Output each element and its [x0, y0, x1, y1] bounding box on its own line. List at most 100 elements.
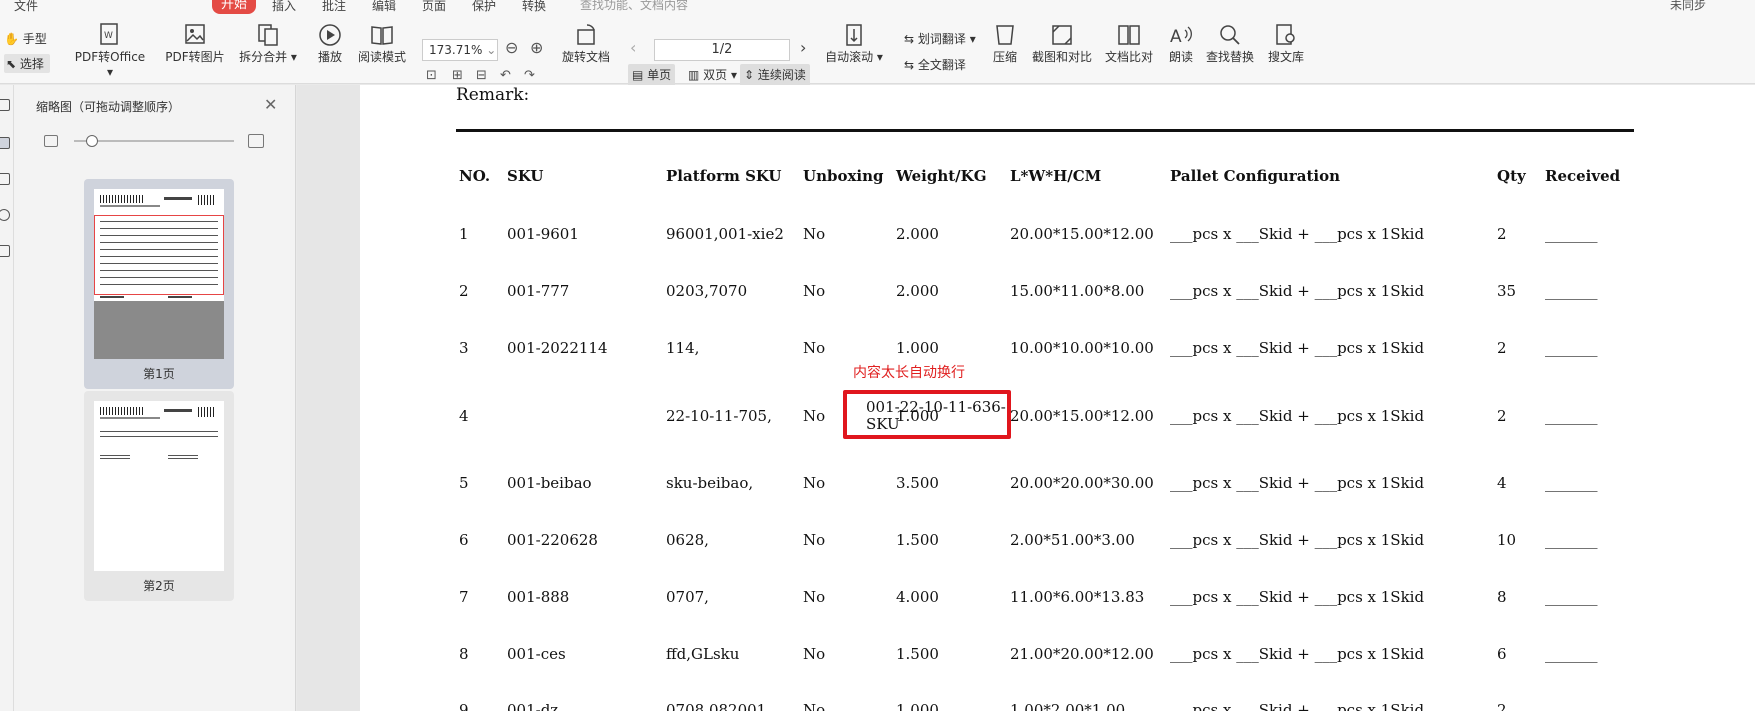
table-cell: 1.000 [896, 701, 939, 711]
table-cell: 10.00*10.00*10.00 [1010, 339, 1154, 357]
col-header-received: Received [1545, 167, 1621, 185]
pdf-to-office-button[interactable]: W PDF转Office ▾ [70, 22, 150, 79]
close-icon[interactable]: ✕ [264, 95, 277, 114]
rotate-left-icon[interactable]: ↶ [500, 68, 511, 83]
double-page-button[interactable]: ▥ 双页 ▾ [684, 64, 741, 86]
table-cell: No [803, 225, 826, 243]
thumb-size-slider[interactable] [74, 140, 234, 142]
zoom-out-icon[interactable]: ⊖ [505, 38, 518, 57]
table-cell: 114, [666, 339, 700, 357]
split-merge-button[interactable]: 拆分合并 ▾ [238, 22, 298, 65]
table-cell: 2.00*51.00*3.00 [1010, 531, 1135, 549]
table-cell: _______ [1545, 225, 1598, 243]
pdf-to-image-icon [185, 24, 205, 44]
table-cell: 20.00*15.00*12.00 [1010, 407, 1154, 425]
document-viewport[interactable]: Remark: NO. SKU Platform SKU Unboxing We… [297, 85, 1755, 711]
play-button[interactable]: 播放 [315, 22, 345, 65]
select-tool-button[interactable]: ⬉ 选择 [4, 54, 50, 73]
table-cell: ___pcs x ___Skid + ___pcs x 1Skid [1170, 474, 1425, 492]
table-cell: 6 [459, 531, 469, 549]
read-aloud-icon: A [1170, 26, 1192, 47]
table-cell: 2 [1497, 225, 1507, 243]
thumbnail-page-1[interactable]: 第1页 [84, 179, 234, 389]
left-sidebar-strip [0, 85, 14, 711]
large-thumb-icon[interactable] [248, 134, 264, 148]
divider [456, 129, 1634, 132]
menu-file[interactable]: 文件 [14, 0, 38, 14]
compress-button[interactable]: 压缩 [990, 22, 1020, 65]
table-cell: ___pcs x ___Skid + ___pcs x 1Skid [1170, 339, 1425, 357]
table-cell: 2 [1497, 407, 1507, 425]
table-cell: No [803, 407, 826, 425]
pdf-to-office-icon: W [100, 23, 118, 45]
prev-page-icon[interactable]: ‹ [630, 38, 636, 57]
menu-page[interactable]: 页面 [422, 0, 446, 14]
find-replace-button[interactable]: 查找替换 [1204, 22, 1256, 65]
table-cell: 22-10-11-705, [656, 407, 772, 425]
table-cell: 001-888 [507, 588, 570, 606]
rotate-doc-button[interactable]: 旋转文档 [558, 22, 614, 65]
toolbar: ✋ 手型 ⬉ 选择 W PDF转Office ▾ PDF转图片 拆分合并 ▾ 播… [0, 14, 1755, 86]
menu-start-tab[interactable]: 开始 [212, 0, 256, 14]
doc-compare-button[interactable]: 文档比对 [1103, 22, 1155, 65]
full-translate-button[interactable]: ⇆ 全文翻译 [904, 56, 966, 73]
thumb-size-slider-handle[interactable] [86, 135, 98, 147]
menu-convert[interactable]: 转换 [522, 0, 546, 14]
table-cell: 20.00*20.00*30.00 [1010, 474, 1154, 492]
table-cell: 1.500 [896, 531, 939, 549]
table-cell: sku-beibao, [666, 474, 754, 492]
attachment-icon[interactable] [0, 209, 10, 221]
doc-compare-icon [1118, 25, 1140, 45]
play-icon [319, 24, 341, 46]
zoom-in-icon[interactable]: ⊕ [530, 38, 543, 57]
word-translate-button[interactable]: ⇆ 划词翻译 ▾ [904, 30, 976, 47]
table-cell: 4.000 [896, 588, 939, 606]
search-input[interactable]: 查找功能、文档内容 [580, 0, 688, 13]
page-number-input[interactable]: 1/2 [654, 39, 790, 61]
rotate-right-icon[interactable]: ↷ [524, 68, 535, 83]
sync-status[interactable]: 未同步 [1670, 0, 1706, 13]
fit-page-icon[interactable]: ⊞ [452, 68, 463, 83]
table-cell: 0707, [666, 588, 709, 606]
actual-size-icon[interactable]: ⊡ [426, 68, 437, 83]
zoom-select[interactable]: 173.71% ⌄ [422, 39, 498, 61]
table-cell: ___pcs x ___Skid + ___pcs x 1Skid [1170, 588, 1425, 606]
thumbnail-icon[interactable] [0, 137, 10, 149]
table-cell: _______ [1545, 531, 1598, 549]
col-header-platform-sku: Platform SKU [666, 167, 782, 185]
continuous-read-button[interactable]: ⇕ 连续阅读 [740, 64, 810, 86]
table-cell: 1 [459, 225, 469, 243]
thumbnail-panel: 缩略图（可拖动调整顺序） ✕ 第1页 第2页 [14, 85, 296, 711]
menu-insert[interactable]: 插入 [272, 0, 296, 14]
menu-edit[interactable]: 编辑 [372, 0, 396, 14]
bookmark-icon[interactable] [0, 99, 10, 111]
annotation-icon[interactable] [0, 173, 10, 185]
table-cell: 0708,082001 [666, 701, 767, 711]
col-header-unboxing: Unboxing [803, 167, 884, 185]
thumbnail-page-2[interactable]: 第2页 [84, 391, 234, 601]
table-cell: 20.00*15.00*12.00 [1010, 225, 1154, 243]
table-cell: 001-2022114 [507, 339, 608, 357]
auto-scroll-button[interactable]: 自动滚动 ▾ [824, 22, 884, 65]
fit-width-icon[interactable]: ⊟ [476, 68, 487, 83]
hand-tool-button[interactable]: ✋ 手型 [4, 30, 47, 47]
screenshot-compare-button[interactable]: 截图和对比 [1030, 22, 1094, 65]
doc-library-button[interactable]: 搜文库 [1266, 22, 1306, 65]
signature-icon[interactable] [0, 245, 10, 257]
pdf-to-image-button[interactable]: PDF转图片 [163, 22, 227, 65]
table-cell: ___pcs x ___Skid + ___pcs x 1Skid [1170, 407, 1425, 425]
single-page-button[interactable]: ▤ 单页 [628, 64, 676, 86]
table-cell: No [803, 531, 826, 549]
thumbnail-image [94, 189, 224, 359]
read-aloud-button[interactable]: A 朗读 [1166, 22, 1196, 65]
table-cell: No [803, 339, 826, 357]
table-cell: ___pcs x ___Skid + ___pcs x 1Skid [1170, 531, 1425, 549]
read-mode-button[interactable]: 阅读模式 [356, 22, 408, 65]
menu-comment[interactable]: 批注 [322, 0, 346, 14]
small-thumb-icon[interactable] [44, 135, 58, 147]
next-page-icon[interactable]: › [800, 38, 806, 57]
menu-protect[interactable]: 保护 [472, 0, 496, 14]
annotation-label: 内容太长自动换行 [853, 365, 965, 381]
thumbnail-caption: 第2页 [143, 579, 175, 593]
table-cell: 001-dz [507, 701, 559, 711]
